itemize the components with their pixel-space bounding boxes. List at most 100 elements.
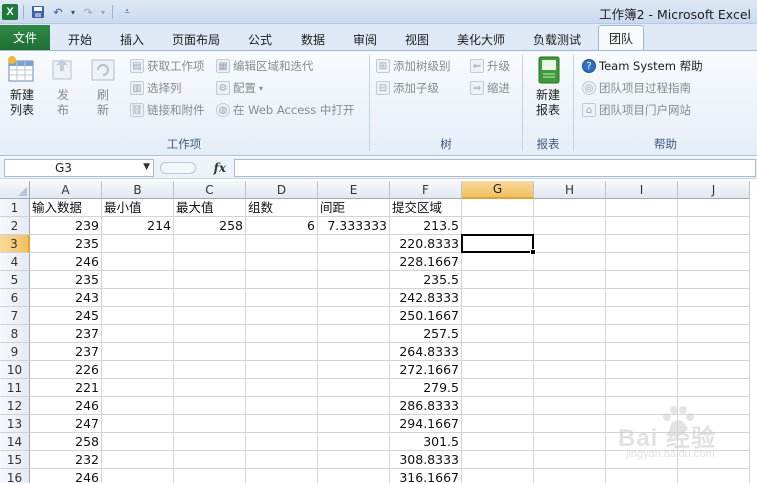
cell-b16[interactable] — [102, 469, 174, 483]
cell-h8[interactable] — [534, 325, 606, 343]
cell-i12[interactable] — [606, 397, 678, 415]
cell-d7[interactable] — [246, 307, 318, 325]
name-box[interactable]: G3 ▼ — [4, 159, 154, 177]
cell-a6[interactable]: 243 — [30, 289, 102, 307]
cell-d3[interactable] — [246, 235, 318, 253]
cell-a14[interactable]: 258 — [30, 433, 102, 451]
cell-i9[interactable] — [606, 343, 678, 361]
row-header-7[interactable]: 7 — [0, 307, 30, 325]
tab-view[interactable]: 视图 — [395, 28, 439, 50]
cell-j11[interactable] — [678, 379, 750, 397]
cell-h2[interactable] — [534, 217, 606, 235]
select-all-corner[interactable] — [0, 181, 30, 199]
cell-e15[interactable] — [318, 451, 390, 469]
cell-a15[interactable]: 232 — [30, 451, 102, 469]
promote-button[interactable]: ⇐ 升级 — [470, 57, 510, 75]
cell-e13[interactable] — [318, 415, 390, 433]
undo-dropdown-icon[interactable]: ▾ — [69, 3, 77, 21]
cell-c16[interactable] — [174, 469, 246, 483]
cell-e16[interactable] — [318, 469, 390, 483]
row-header-4[interactable]: 4 — [0, 253, 30, 271]
formula-input[interactable] — [234, 159, 756, 177]
cell-h4[interactable] — [534, 253, 606, 271]
publish-button[interactable]: 发 布 — [48, 55, 78, 118]
cell-b10[interactable] — [102, 361, 174, 379]
row-header-12[interactable]: 12 — [0, 397, 30, 415]
cell-c12[interactable] — [174, 397, 246, 415]
cell-g3[interactable] — [462, 235, 534, 253]
cell-g10[interactable] — [462, 361, 534, 379]
cell-i14[interactable] — [606, 433, 678, 451]
cell-b8[interactable] — [102, 325, 174, 343]
tab-beautify-master[interactable]: 美化大师 — [450, 28, 512, 50]
cell-j10[interactable] — [678, 361, 750, 379]
cell-j1[interactable] — [678, 199, 750, 217]
cell-d11[interactable] — [246, 379, 318, 397]
row-header-16[interactable]: 16 — [0, 469, 30, 483]
row-header-6[interactable]: 6 — [0, 289, 30, 307]
cell-f8[interactable]: 257.5 — [390, 325, 462, 343]
new-list-button[interactable]: 新建 列表 — [4, 55, 40, 118]
cell-d5[interactable] — [246, 271, 318, 289]
column-header-b[interactable]: B — [102, 181, 174, 199]
links-attachments-button[interactable]: ⛓ 链接和附件 — [130, 101, 205, 119]
cell-j14[interactable] — [678, 433, 750, 451]
cell-i10[interactable] — [606, 361, 678, 379]
cell-g16[interactable] — [462, 469, 534, 483]
cell-b13[interactable] — [102, 415, 174, 433]
edit-areas-button[interactable]: ▦ 编辑区域和迭代 — [216, 57, 314, 75]
cell-d16[interactable] — [246, 469, 318, 483]
cell-i5[interactable] — [606, 271, 678, 289]
cell-a1[interactable]: 输入数据 — [30, 199, 102, 217]
cell-b4[interactable] — [102, 253, 174, 271]
cell-c8[interactable] — [174, 325, 246, 343]
cell-j7[interactable] — [678, 307, 750, 325]
cell-g5[interactable] — [462, 271, 534, 289]
cell-e10[interactable] — [318, 361, 390, 379]
cell-f16[interactable]: 316.1667 — [390, 469, 462, 483]
tab-page-layout[interactable]: 页面布局 — [166, 28, 226, 50]
cell-h14[interactable] — [534, 433, 606, 451]
refresh-button[interactable]: 刷 新 — [88, 55, 118, 118]
insert-function-icon[interactable]: fx — [214, 161, 226, 175]
cell-e7[interactable] — [318, 307, 390, 325]
cell-g13[interactable] — [462, 415, 534, 433]
demote-button[interactable]: ⇒ 缩进 — [470, 79, 510, 97]
redo-icon[interactable]: ↷ — [79, 3, 97, 21]
cell-c13[interactable] — [174, 415, 246, 433]
cell-i11[interactable] — [606, 379, 678, 397]
cell-g15[interactable] — [462, 451, 534, 469]
cell-c15[interactable] — [174, 451, 246, 469]
cell-j15[interactable] — [678, 451, 750, 469]
row-header-14[interactable]: 14 — [0, 433, 30, 451]
tab-data[interactable]: 数据 — [291, 28, 335, 50]
cell-d4[interactable] — [246, 253, 318, 271]
cell-a8[interactable]: 237 — [30, 325, 102, 343]
column-header-d[interactable]: D — [246, 181, 318, 199]
cell-g9[interactable] — [462, 343, 534, 361]
cell-h6[interactable] — [534, 289, 606, 307]
cell-c10[interactable] — [174, 361, 246, 379]
column-header-c[interactable]: C — [174, 181, 246, 199]
cell-h5[interactable] — [534, 271, 606, 289]
cell-g2[interactable] — [462, 217, 534, 235]
redo-dropdown-icon[interactable]: ▾ — [99, 3, 107, 21]
cell-h16[interactable] — [534, 469, 606, 483]
cell-c5[interactable] — [174, 271, 246, 289]
cell-f9[interactable]: 264.8333 — [390, 343, 462, 361]
column-header-i[interactable]: I — [606, 181, 678, 199]
cell-f12[interactable]: 286.8333 — [390, 397, 462, 415]
cell-i1[interactable] — [606, 199, 678, 217]
cell-i6[interactable] — [606, 289, 678, 307]
cell-e1[interactable]: 间距 — [318, 199, 390, 217]
tab-home[interactable]: 开始 — [58, 28, 102, 50]
tab-team[interactable]: 团队 — [598, 25, 644, 51]
formula-expand-handle[interactable] — [160, 162, 196, 174]
add-child-button[interactable]: ⊟ 添加子级 — [376, 79, 439, 97]
cell-i16[interactable] — [606, 469, 678, 483]
cell-b14[interactable] — [102, 433, 174, 451]
cell-c2[interactable]: 258 — [174, 217, 246, 235]
cell-h15[interactable] — [534, 451, 606, 469]
cell-f1[interactable]: 提交区域 — [390, 199, 462, 217]
cell-h3[interactable] — [534, 235, 606, 253]
